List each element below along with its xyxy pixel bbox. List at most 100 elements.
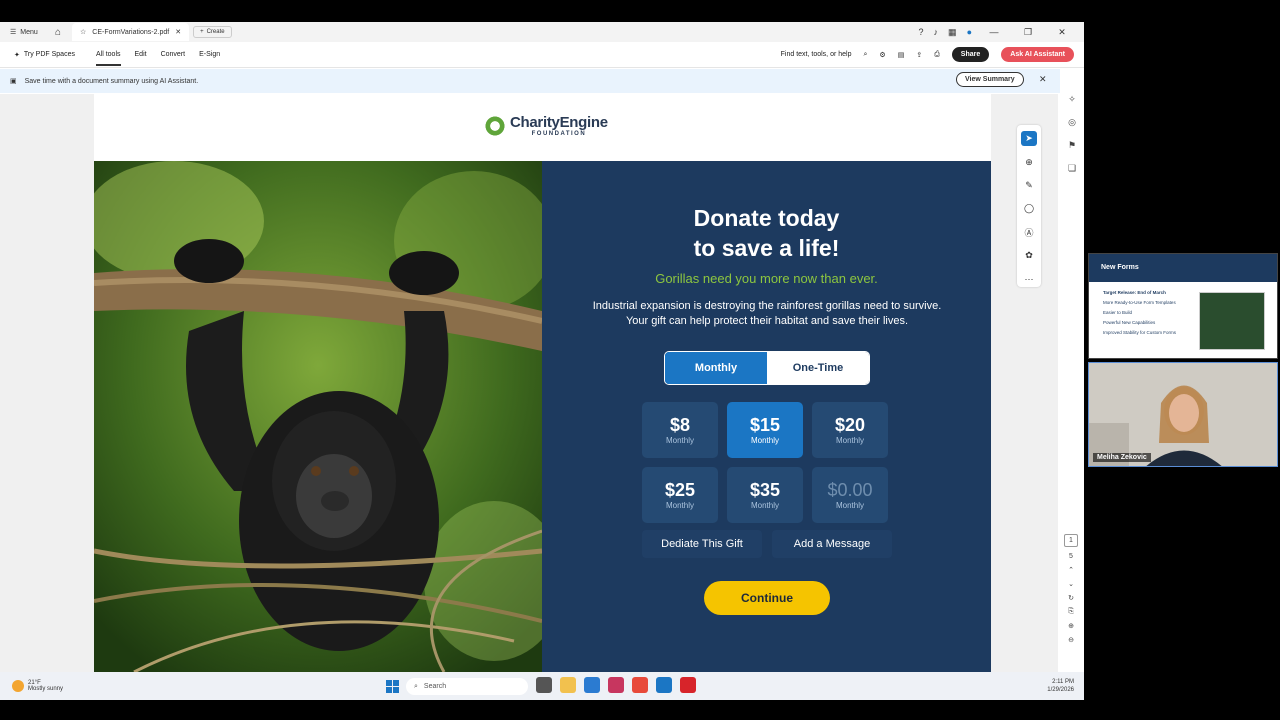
ai-summary-icon: ▣ (10, 78, 17, 85)
start-icon[interactable] (386, 680, 399, 693)
amount-period: Monthly (835, 436, 864, 445)
home-icon[interactable]: ⌂ (48, 27, 68, 38)
rotate-icon[interactable]: ↻ (1068, 594, 1074, 602)
amount-value: $35 (749, 480, 781, 500)
close-tab-icon[interactable]: ✕ (175, 28, 181, 36)
view-summary-button[interactable]: View Summary (956, 72, 1024, 87)
chrome-icon[interactable] (632, 677, 648, 693)
amount-option-35[interactable]: $35 Monthly (727, 467, 803, 523)
custom-amount-field[interactable]: $0.00 Monthly (812, 467, 888, 523)
store-icon[interactable] (584, 677, 600, 693)
save-icon[interactable]: ▤ (898, 51, 905, 59)
account-icon[interactable]: ● (967, 27, 972, 37)
pdf-spaces-button[interactable]: ✦ Try PDF Spaces (0, 51, 96, 59)
zoom-icon[interactable]: ⊕ (1021, 154, 1037, 169)
add-message-button[interactable]: Add a Message (772, 530, 892, 558)
fit-page-icon[interactable]: ⎘ (1068, 608, 1074, 616)
gorilla-illustration (94, 161, 542, 672)
amount-value: $25 (664, 480, 696, 500)
one-time-option[interactable]: One-Time (767, 352, 869, 384)
headline-line-2: to save a life! (693, 235, 840, 261)
tab-all-tools[interactable]: All tools (96, 51, 121, 66)
taskbar-search[interactable]: ⌕ Search (406, 678, 528, 695)
main-toolbar: ✦ Try PDF Spaces All tools Edit Convert … (0, 42, 1084, 68)
search-icon[interactable]: ⌕ (863, 51, 867, 59)
bell-icon[interactable]: ♪ (934, 27, 939, 37)
minimize-icon[interactable]: — (982, 27, 1006, 37)
lasso-icon[interactable]: ◯ (1021, 201, 1037, 216)
bookmark-icon[interactable]: ⚑ (1068, 140, 1076, 151)
close-banner-icon[interactable]: ✕ (1039, 74, 1047, 85)
apps-grid-icon[interactable]: ▦ (948, 27, 957, 38)
charity-engine-logo: CharityEngine FOUNDATION (484, 114, 608, 137)
amount-option-8[interactable]: $8 Monthly (642, 402, 718, 458)
plus-icon: + (200, 29, 204, 35)
restore-icon[interactable]: ❐ (1016, 27, 1040, 38)
weather-widget[interactable]: 21°F Mostly sunny (0, 680, 63, 692)
clock[interactable]: 2:11 PM 1/29/2026 (1047, 678, 1074, 694)
close-window-icon[interactable]: ✕ (1050, 27, 1074, 38)
amount-period: Monthly (750, 501, 779, 510)
share-button[interactable]: Share (951, 47, 990, 62)
slide-title: New Forms (1089, 254, 1277, 282)
amount-period: Monthly (750, 436, 779, 445)
page-up-icon[interactable]: ⌃ (1068, 566, 1074, 574)
spaces-icon: ✦ (14, 51, 20, 59)
find-label[interactable]: Find text, tools, or help (781, 51, 852, 58)
gorilla-photo (94, 161, 542, 672)
ai-summary-banner: ▣ Save time with a document summary usin… (0, 69, 1060, 93)
side-panel-rail: ✧ ◎ ⚑ ❏ (1062, 94, 1082, 174)
tab-edit[interactable]: Edit (135, 51, 147, 58)
text-select-icon[interactable]: Ⓐ (1021, 225, 1037, 240)
file-explorer-icon[interactable] (560, 677, 576, 693)
comment-icon[interactable]: ◎ (1068, 117, 1076, 128)
tab-convert[interactable]: Convert (161, 51, 186, 58)
tab-title: CE-FormVariations-2.pdf (92, 28, 170, 36)
create-label: Create (206, 29, 225, 35)
logo-text: CharityEngine FOUNDATION (510, 114, 608, 137)
title-bar-controls: ? ♪ ▦ ● — ❐ ✕ (919, 27, 1084, 38)
help-icon[interactable]: ? (919, 27, 924, 37)
zoom-out-icon[interactable]: ⊖ (1068, 636, 1074, 644)
amount-option-25[interactable]: $25 Monthly (642, 467, 718, 523)
tab-esign[interactable]: E-Sign (199, 51, 220, 58)
participant-video[interactable]: Meliha Zekovic (1088, 362, 1278, 467)
menu-button[interactable]: ☰ Menu (0, 28, 48, 37)
document-viewport[interactable]: CharityEngine FOUNDATION Donate today to… (0, 94, 1058, 672)
total-pages: 5 (1069, 553, 1073, 560)
select-cursor-icon[interactable]: ➤ (1021, 131, 1037, 147)
ai-assistant-button[interactable]: Ask AI Assistant (1001, 47, 1074, 62)
document-tab[interactable]: ☆ CE-FormVariations-2.pdf ✕ (72, 23, 190, 41)
pen-icon[interactable]: ✎ (1021, 178, 1037, 193)
more-icon[interactable]: ⋯ (1021, 272, 1037, 287)
clock-time: 2:11 PM (1052, 679, 1074, 685)
pages-icon[interactable]: ❏ (1068, 163, 1076, 174)
amount-option-20[interactable]: $20 Monthly (812, 402, 888, 458)
zoom-in-icon[interactable]: ⊕ (1068, 622, 1074, 630)
continue-button[interactable]: Continue (704, 581, 830, 615)
pdf-page: CharityEngine FOUNDATION Donate today to… (94, 94, 991, 672)
print-icon[interactable]: ⎙ (934, 51, 940, 59)
headline-line-1: Donate today (693, 205, 840, 231)
upload-icon[interactable]: ⇪ (916, 51, 922, 59)
participant-name: Meliha Zekovic (1093, 453, 1151, 462)
menu-label: Menu (20, 28, 38, 36)
subheadline: Gorillas need you more now than ever. (655, 271, 878, 286)
custom-amount-value: $0.00 (827, 480, 873, 500)
weather-condition: Mostly sunny (28, 686, 64, 692)
current-page[interactable]: 1 (1064, 534, 1078, 547)
monthly-option[interactable]: Monthly (665, 352, 767, 384)
stamp-icon[interactable]: ✿ (1021, 248, 1037, 263)
create-button[interactable]: + Create (193, 26, 232, 38)
amount-option-15[interactable]: $15 Monthly (727, 402, 803, 458)
page-down-icon[interactable]: ⌄ (1068, 580, 1074, 588)
teams-icon[interactable] (608, 677, 624, 693)
weather-text: 21°F Mostly sunny (28, 680, 63, 692)
ai-panel-icon[interactable]: ✧ (1068, 94, 1076, 105)
task-view-icon[interactable] (536, 677, 552, 693)
acrobat-icon[interactable] (680, 677, 696, 693)
outlook-icon[interactable] (656, 677, 672, 693)
star-icon[interactable]: ☆ (80, 28, 86, 36)
dedicate-gift-button[interactable]: Dediate This Gift (642, 530, 762, 558)
ai-tools-icon[interactable]: ⚙ (879, 51, 885, 59)
